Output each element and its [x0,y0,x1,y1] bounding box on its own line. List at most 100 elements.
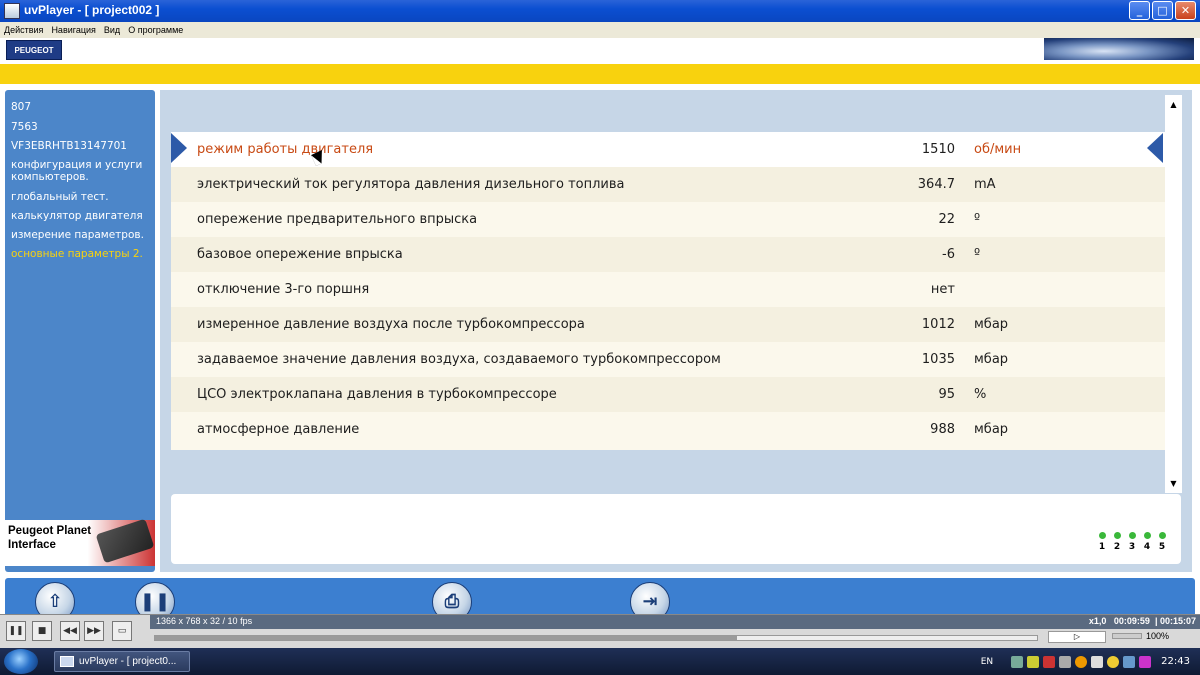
parameter-row[interactable]: атмосферное давление 988 мбар [171,412,1165,447]
page-3[interactable]: 3 [1127,532,1137,552]
playback-progress[interactable] [154,635,1038,641]
parameter-value: -6 [942,247,955,262]
tray-icon[interactable] [1123,655,1136,668]
page-indicator: 1 2 3 4 5 [1097,532,1167,552]
parameter-value: 1510 [921,142,955,157]
parameter-name: опережение предварительного впрыска [197,212,478,227]
sidebar-item-model[interactable]: 807 [11,101,153,113]
parameter-unit: мбар [974,317,1009,332]
page-number: 3 [1128,542,1136,552]
play-icon[interactable]: ▷ [1048,631,1106,643]
app-header: PEUGEOT [0,38,1200,64]
sidebar-item-engine-calculator[interactable]: калькулятор двигателя [11,210,153,222]
speed-text: x1,0 [1088,616,1107,626]
sidebar-item-measurement[interactable]: измерение параметров. [11,229,153,241]
window-controls: _ □ ✕ [1129,1,1196,20]
parameter-unit: º [974,212,981,227]
page-4[interactable]: 4 [1142,532,1152,552]
parameter-value: 988 [930,422,955,437]
parameter-value: 1035 [921,352,955,367]
parameter-row[interactable]: опережение предварительного впрыска 22 º [171,202,1165,237]
page-dot-icon [1143,532,1151,539]
tray-icon[interactable] [1011,655,1024,668]
parameter-unit: мбар [974,352,1009,367]
tray-icon[interactable] [1075,655,1088,668]
system-tray: EN 22:43 [981,648,1200,675]
parameter-name: отключение 3-го поршня [197,282,370,297]
scroll-down-button[interactable]: ▼ [1166,476,1181,491]
screen-icon[interactable]: ▭ [112,621,132,641]
pause-icon[interactable]: ❚❚ [6,621,26,641]
page-1[interactable]: 1 [1097,532,1107,552]
parameter-unit: º [974,247,981,262]
page-dot-icon [1128,532,1136,539]
clock: 22:43 [1161,656,1190,667]
scroll-up-button[interactable]: ▲ [1166,97,1181,112]
resolution-text: 1366 x 768 x 32 / 10 fps [156,616,253,626]
tray-icon[interactable] [1139,655,1152,668]
taskbar-item-label: uvPlayer - [ project0... [79,656,177,667]
parameter-name: атмосферное давление [197,422,360,437]
peugeot-logo: PEUGEOT [6,40,62,60]
parameter-row[interactable]: задаваемое значение давления воздуха, со… [171,342,1165,377]
header-banner-image [1044,38,1194,60]
sidebar-item-vin[interactable]: VF3EBRHTB13147701 [11,140,153,152]
stop-icon[interactable]: ■ [32,621,52,641]
vertical-scrollbar[interactable]: ▲ ▼ [1165,95,1182,493]
menu-view[interactable]: Вид [104,22,120,38]
parameter-row[interactable]: измеренное давление воздуха после турбок… [171,307,1165,342]
signal-icon[interactable] [1027,655,1040,668]
language-indicator[interactable]: EN [981,657,993,667]
menu-actions[interactable]: Действия [4,22,43,38]
total-time: 00:15:07 [1159,616,1196,626]
taskbar-item-uvplayer[interactable]: uvPlayer - [ project0... [54,651,190,672]
rewind-icon[interactable]: ◀◀ [60,621,80,641]
page-dot-icon [1158,532,1166,539]
parameter-row[interactable]: электрический ток регулятора давления ди… [171,167,1165,202]
parameter-row[interactable]: ЦСО электроклапана давления в турбокомпр… [171,377,1165,412]
row-pointer-right-icon [1147,133,1163,163]
ppi-banner: Peugeot Planet Interface [5,518,155,566]
menu-about[interactable]: О программе [128,22,183,38]
start-button[interactable] [4,649,38,674]
parameter-unit: об/мин [974,142,1022,157]
parameter-value: 22 [938,212,955,227]
uvplayer-icon [60,656,74,667]
parameter-name: электрический ток регулятора давления ди… [197,177,625,192]
sidebar-item-global-test[interactable]: глобальный тест. [11,191,153,203]
parameter-name: базовое опережение впрыска [197,247,403,262]
parameter-name: измеренное давление воздуха после турбок… [197,317,585,332]
parameter-row[interactable]: базовое опережение впрыска -6 º [171,237,1165,272]
parameter-row[interactable]: отключение 3-го поршня нет [171,272,1165,307]
close-button[interactable]: ✕ [1175,1,1196,20]
time-display: x1,0 00:09:59 | 00:15:07 [1088,616,1196,626]
row-pointer-left-icon [171,133,187,163]
parameter-name: режим работы двигателя [197,142,374,157]
parameter-name: задаваемое значение давления воздуха, со… [197,352,721,367]
minimize-button[interactable]: _ [1129,1,1150,20]
sidebar-item-configuration[interactable]: конфигурация и услуги компьютеров. [11,159,153,183]
page-number: 4 [1143,542,1151,552]
volume-slider[interactable] [1112,633,1142,639]
taskbar: uvPlayer - [ project0... EN 22:43 [0,648,1200,675]
yellow-banner [0,64,1200,84]
progress-fill [155,636,738,640]
tray-icon[interactable] [1107,655,1120,668]
page-2[interactable]: 2 [1112,532,1122,552]
menu-navigation[interactable]: Навигация [51,22,95,38]
parameter-value: 95 [938,387,955,402]
volume-icon[interactable] [1091,655,1104,668]
player-controls: ❚❚ ■ ◀◀ ▶▶ ▭ 1366 x 768 x 32 / 10 fps x1… [0,614,1200,648]
maximize-button[interactable]: □ [1152,1,1173,20]
parameter-value: нет [930,282,955,297]
forward-icon[interactable]: ▶▶ [84,621,104,641]
tray-icon[interactable] [1043,655,1056,668]
page-dot-icon [1098,532,1106,539]
player-status-line: 1366 x 768 x 32 / 10 fps x1,0 00:09:59 |… [150,615,1200,629]
page-5[interactable]: 5 [1157,532,1167,552]
tray-icon[interactable] [1059,655,1072,668]
bottom-toolbar: ⇧ ❚❚ ⎙ ⇥ [5,578,1195,622]
sidebar: 807 7563 VF3EBRHTB13147701 конфигурация … [5,90,155,572]
sidebar-item-main-params[interactable]: основные параметры 2. [11,248,153,260]
sidebar-item-code[interactable]: 7563 [11,121,153,133]
